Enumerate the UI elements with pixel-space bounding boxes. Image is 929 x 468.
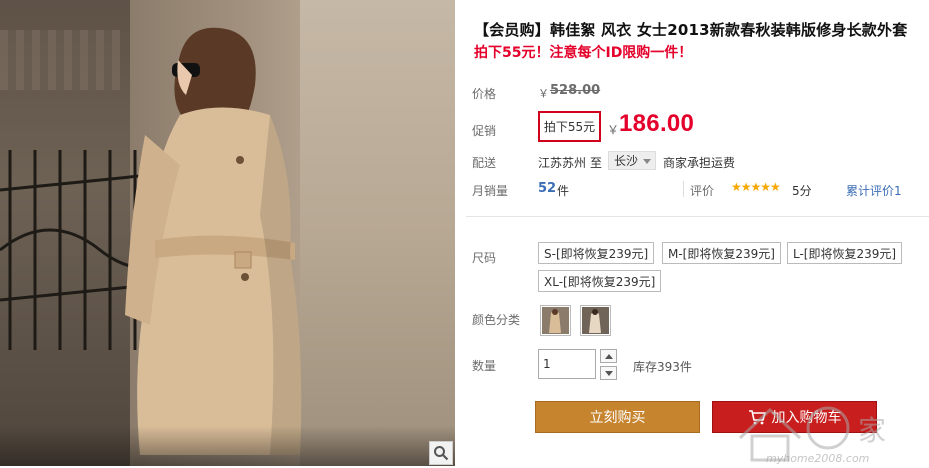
shipping-note: 商家承担运费 [663, 156, 736, 170]
buy-now-button[interactable]: 立刻购买 [535, 401, 700, 433]
promo-badge-text: 拍下55元 [543, 120, 596, 134]
product-subtitle: 拍下55元！注意每个ID限购一件！ [474, 45, 693, 61]
stock-count: 库存393件 [633, 360, 692, 374]
product-photo[interactable] [0, 0, 455, 466]
review-label: 评价 [690, 184, 715, 198]
add-to-cart-label: 加入购物车 [771, 410, 842, 426]
promo-price: 186.00 [619, 110, 695, 137]
color-swatch-thumbnail [542, 307, 569, 334]
rating-stars-icon: ★★★★★ [731, 180, 781, 194]
size-option-l[interactable]: L-[即将恢复239元] [787, 242, 903, 264]
monthly-sales-unit: 件 [557, 184, 570, 198]
chevron-down-icon [643, 159, 651, 164]
photo-floor-shadow [0, 426, 455, 466]
color-swatch-thumbnail [582, 307, 609, 334]
monthly-sales-label: 月销量 [472, 184, 509, 198]
divider [683, 181, 684, 197]
magnifier-icon [434, 446, 449, 461]
zoom-button[interactable] [429, 441, 453, 465]
add-to-cart-button[interactable]: 加入购物车 [712, 401, 877, 433]
section-divider [466, 216, 929, 217]
size-option-xl[interactable]: XL-[即将恢复239元] [538, 270, 662, 292]
review-count-link[interactable]: 累计评价1 [846, 182, 902, 199]
original-price: 528.00 [550, 83, 601, 98]
size-label: 尺码 [472, 251, 497, 265]
product-info-panel: 【会员购】韩佳絮 风衣 女士2013新款春秋装韩版修身长款外套 拍下55元！注意… [466, 0, 929, 468]
destination-city-select[interactable]: 长沙 [608, 151, 656, 170]
color-label: 颜色分类 [472, 313, 521, 327]
size-option-m[interactable]: M-[即将恢复239元] [662, 242, 781, 264]
price-label: 价格 [472, 87, 497, 101]
original-price-currency: ￥ [538, 87, 549, 100]
photo-model [125, 27, 302, 455]
delivery-to-word: 至 [590, 156, 603, 170]
chevron-up-icon [604, 353, 613, 359]
quantity-input[interactable]: 1 [538, 349, 596, 379]
color-swatch-1[interactable] [540, 305, 571, 336]
rating-score: 5分 [792, 184, 812, 198]
quantity-decrease-button[interactable] [600, 366, 617, 380]
monthly-sales-count: 52 [538, 181, 557, 196]
promo-label: 促销 [472, 124, 497, 138]
size-option-s[interactable]: S-[即将恢复239元] [538, 242, 655, 264]
chevron-down-icon [604, 370, 613, 376]
promo-price-currency: ￥ [607, 123, 620, 137]
product-title: 【会员购】韩佳絮 风衣 女士2013新款春秋装韩版修身长款外套 [474, 21, 908, 39]
watermark-url: myhome2008.com [766, 452, 870, 465]
promo-badge: 拍下55元 [538, 111, 601, 142]
color-swatch-2[interactable] [580, 305, 611, 336]
destination-city-value: 长沙 [614, 154, 639, 168]
delivery-origin: 江苏苏州 [538, 156, 587, 170]
shopping-cart-icon [748, 410, 766, 425]
photo-pillar-ornament [0, 30, 120, 90]
quantity-label: 数量 [472, 359, 497, 373]
quantity-increase-button[interactable] [600, 349, 617, 363]
delivery-label: 配送 [472, 156, 497, 170]
